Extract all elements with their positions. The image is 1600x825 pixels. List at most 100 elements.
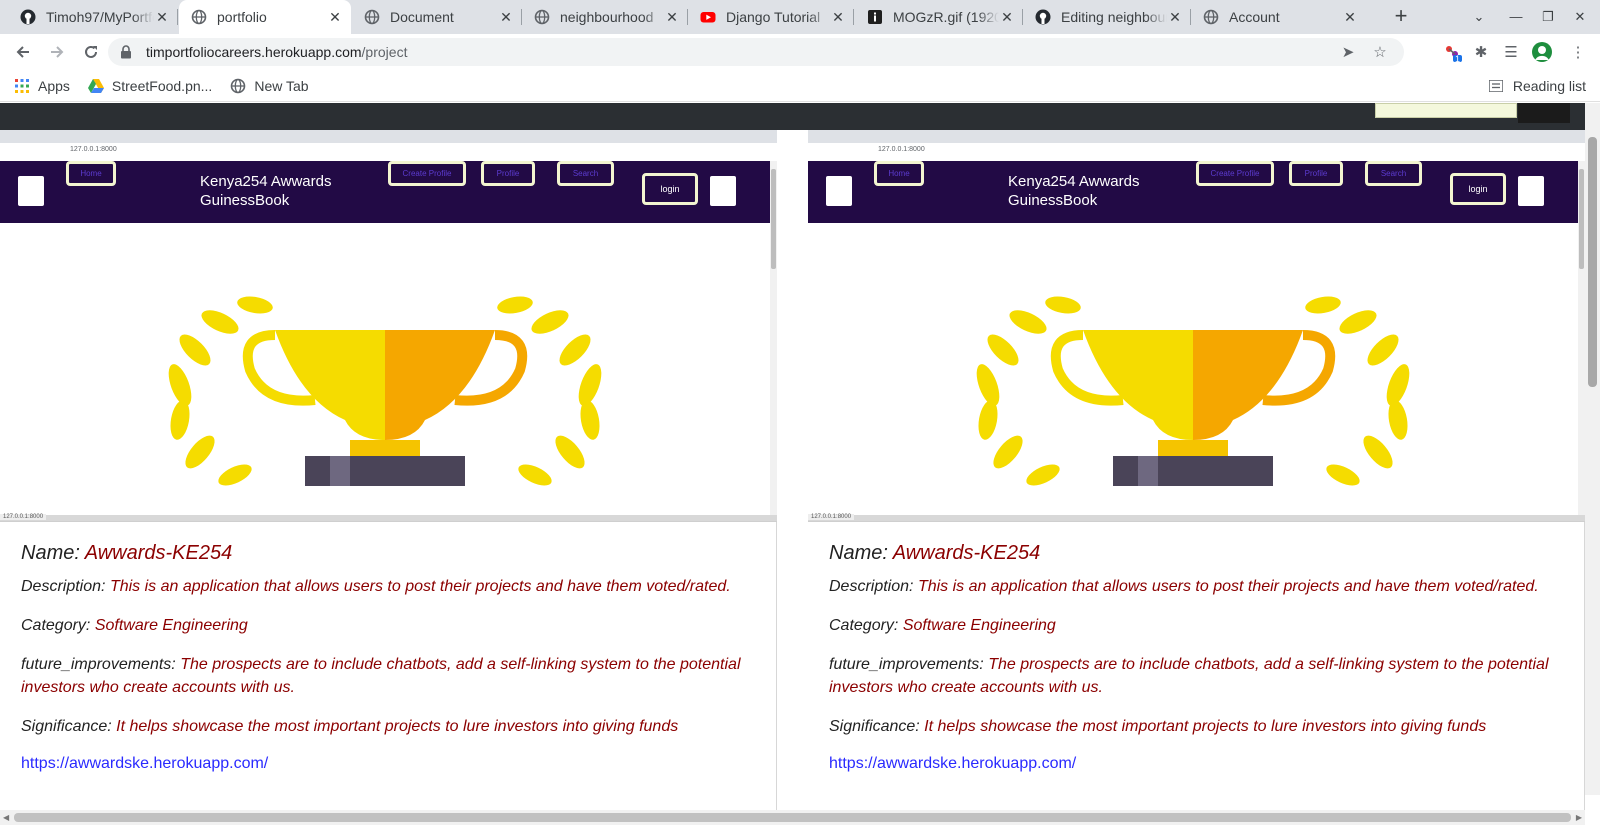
screenshot-nav-create-profile: Create Profile [388, 161, 466, 186]
tab-title: portfolio [217, 9, 267, 25]
close-icon[interactable]: ✕ [498, 9, 514, 25]
page-horizontal-scrollbar[interactable]: ◀ ▶ [0, 810, 1585, 825]
tab-strip: Timoh97/MyPortfolio ✕ portfolio ✕ Docume… [0, 0, 1600, 34]
screenshot-nav-home: Home [66, 161, 116, 186]
tab-myportfolio[interactable]: Timoh97/MyPortfolio ✕ [8, 0, 178, 34]
project-details: Name: Awwards-KE254 Description: This is… [829, 540, 1564, 774]
project-card: 127.0.0.1:8000 Home Kenya254 Awwards Guin… [808, 130, 1585, 820]
trophy-image [168, 296, 602, 486]
bookmark-label: StreetFood.pn... [111, 77, 213, 94]
extension-badge: 1 [1455, 54, 1461, 64]
bookmark-apps[interactable]: Apps [14, 78, 70, 94]
reload-icon[interactable] [76, 37, 106, 67]
restore-icon[interactable]: ❐ [1532, 0, 1564, 34]
project-significance: Significance: It helps showcase the most… [829, 718, 1487, 735]
screenshot-navbar: Home Kenya254 Awwards GuinessBook Create … [808, 161, 1578, 223]
tab-search-icon[interactable]: ⌄ [1463, 0, 1495, 34]
close-icon[interactable]: ✕ [154, 9, 170, 25]
bookmark-label: New Tab [254, 77, 309, 94]
project-link[interactable]: https://awwardske.herokuapp.com/ [21, 755, 268, 772]
address-bar[interactable]: timportfoliocareers.herokuapp.com/projec… [108, 38, 1404, 66]
media-queue-icon[interactable]: ☰ [1497, 36, 1525, 68]
globe-icon [364, 9, 380, 25]
project-details: Name: Awwards-KE254 Description: This is… [21, 540, 756, 774]
close-icon[interactable]: ✕ [999, 9, 1015, 25]
screenshot-login: login [1450, 173, 1506, 205]
close-icon[interactable]: ✕ [1167, 9, 1183, 25]
close-icon[interactable]: ✕ [664, 9, 680, 25]
tab-mogzr-gif[interactable]: MOGzR.gif (1920 ✕ [855, 0, 1023, 34]
screenshot-nav-profile: Profile [481, 161, 535, 186]
site-header-strip [0, 103, 1585, 130]
lock-icon [120, 45, 134, 59]
notification-banner [1375, 103, 1517, 118]
project-future-improvements: future_improvements: The prospects are t… [829, 656, 1549, 696]
bookmark-streetfood[interactable]: StreetFood.pn... [87, 77, 213, 94]
screenshot-status-bar: 127.0.0.1:8000 [0, 514, 777, 521]
browser-toolbar: timportfoliocareers.herokuapp.com/projec… [0, 34, 1600, 70]
tab-title: neighbourhood [560, 9, 654, 25]
trophy-logo-icon [826, 176, 852, 206]
tab-title: MOGzR.gif (1920 [893, 9, 999, 25]
page-vertical-scrollbar[interactable] [1585, 103, 1600, 795]
tab-portfolio[interactable]: portfolio ✕ [179, 0, 351, 34]
tab-title: Account [1229, 9, 1280, 25]
screenshot-tab-strip [808, 130, 1585, 143]
tab-document[interactable]: Document ✕ [352, 0, 522, 34]
project-card: 127.0.0.1:8000 Home Kenya254 Awwards Guin… [0, 130, 777, 820]
project-category: Category: Software Engineering [21, 617, 248, 634]
google-drive-icon [87, 78, 104, 94]
window-close-icon[interactable]: ✕ [1564, 0, 1596, 34]
bookmark-new-tab[interactable]: New Tab [230, 77, 309, 94]
project-significance: Significance: It helps showcase the most… [21, 718, 679, 735]
screenshot-scrollbar [770, 161, 777, 518]
youtube-icon [700, 9, 716, 25]
project-screenshot: 127.0.0.1:8000 Home Kenya254 Awwards Guin… [808, 130, 1585, 522]
screenshot-nav-create-profile: Create Profile [1196, 161, 1274, 186]
screenshot-nav-search: Search [1365, 161, 1422, 186]
forward-icon[interactable] [42, 37, 72, 67]
screenshot-address-bar: 127.0.0.1:8000 [0, 143, 777, 157]
tab-title: Editing neighbourhood [1061, 9, 1167, 25]
tab-title: Timoh97/MyPortfolio [46, 9, 154, 25]
bookmarks-bar: Apps StreetFood.pn... New Tab Reading li… [0, 70, 1600, 102]
trophy-logo-icon [710, 176, 736, 206]
bookmark-star-icon[interactable]: ☆ [1368, 38, 1392, 66]
reading-list-icon [1488, 78, 1505, 94]
close-icon[interactable]: ✕ [1342, 9, 1358, 25]
screenshot-brand: Kenya254 Awwards GuinessBook [1008, 173, 1140, 209]
trophy-logo-icon [18, 176, 44, 206]
project-link[interactable]: https://awwardske.herokuapp.com/ [829, 755, 1076, 772]
screenshot-brand: Kenya254 Awwards GuinessBook [200, 173, 332, 209]
tab-editing-neighbourhood[interactable]: Editing neighbourhood ✕ [1023, 0, 1191, 34]
project-category: Category: Software Engineering [829, 617, 1056, 634]
kebab-menu-icon[interactable]: ⋮ [1564, 36, 1592, 68]
puzzle-icon[interactable]: ✱ [1467, 36, 1495, 68]
screenshot-status-bar: 127.0.0.1:8000 [808, 514, 1585, 521]
header-image [1518, 103, 1570, 123]
close-icon[interactable]: ✕ [830, 9, 846, 25]
project-description: Description: This is an application that… [21, 578, 731, 595]
send-tab-icon[interactable]: ➤ [1336, 38, 1360, 66]
screenshot-navbar: Home Kenya254 Awwards GuinessBook Create … [0, 161, 770, 223]
avatar[interactable] [1528, 36, 1556, 68]
url-path: /project [361, 44, 408, 60]
extension-icon[interactable]: 1 [1438, 36, 1466, 68]
minimize-icon[interactable]: — [1500, 0, 1532, 34]
tab-neighbourhood[interactable]: neighbourhood ✕ [522, 0, 688, 34]
reading-list-label: Reading list [1512, 78, 1586, 94]
back-icon[interactable] [8, 37, 38, 67]
screenshot-tab-strip [0, 130, 777, 143]
bookmark-label: Apps [38, 77, 70, 94]
close-icon[interactable]: ✕ [327, 9, 343, 25]
tab-account[interactable]: Account ✕ [1191, 0, 1366, 34]
new-tab-button[interactable]: + [1384, 0, 1418, 34]
tab-title: Document [390, 9, 454, 25]
project-name: Name: Awwards-KE254 [21, 542, 233, 564]
info-icon [867, 9, 883, 25]
project-future-improvements: future_improvements: The prospects are t… [21, 656, 741, 696]
github-icon [20, 9, 36, 25]
screenshot-nav-profile: Profile [1289, 161, 1343, 186]
reading-list-button[interactable]: Reading list [1488, 70, 1586, 102]
tab-django-tutorial[interactable]: Django Tutorial ✕ [688, 0, 854, 34]
